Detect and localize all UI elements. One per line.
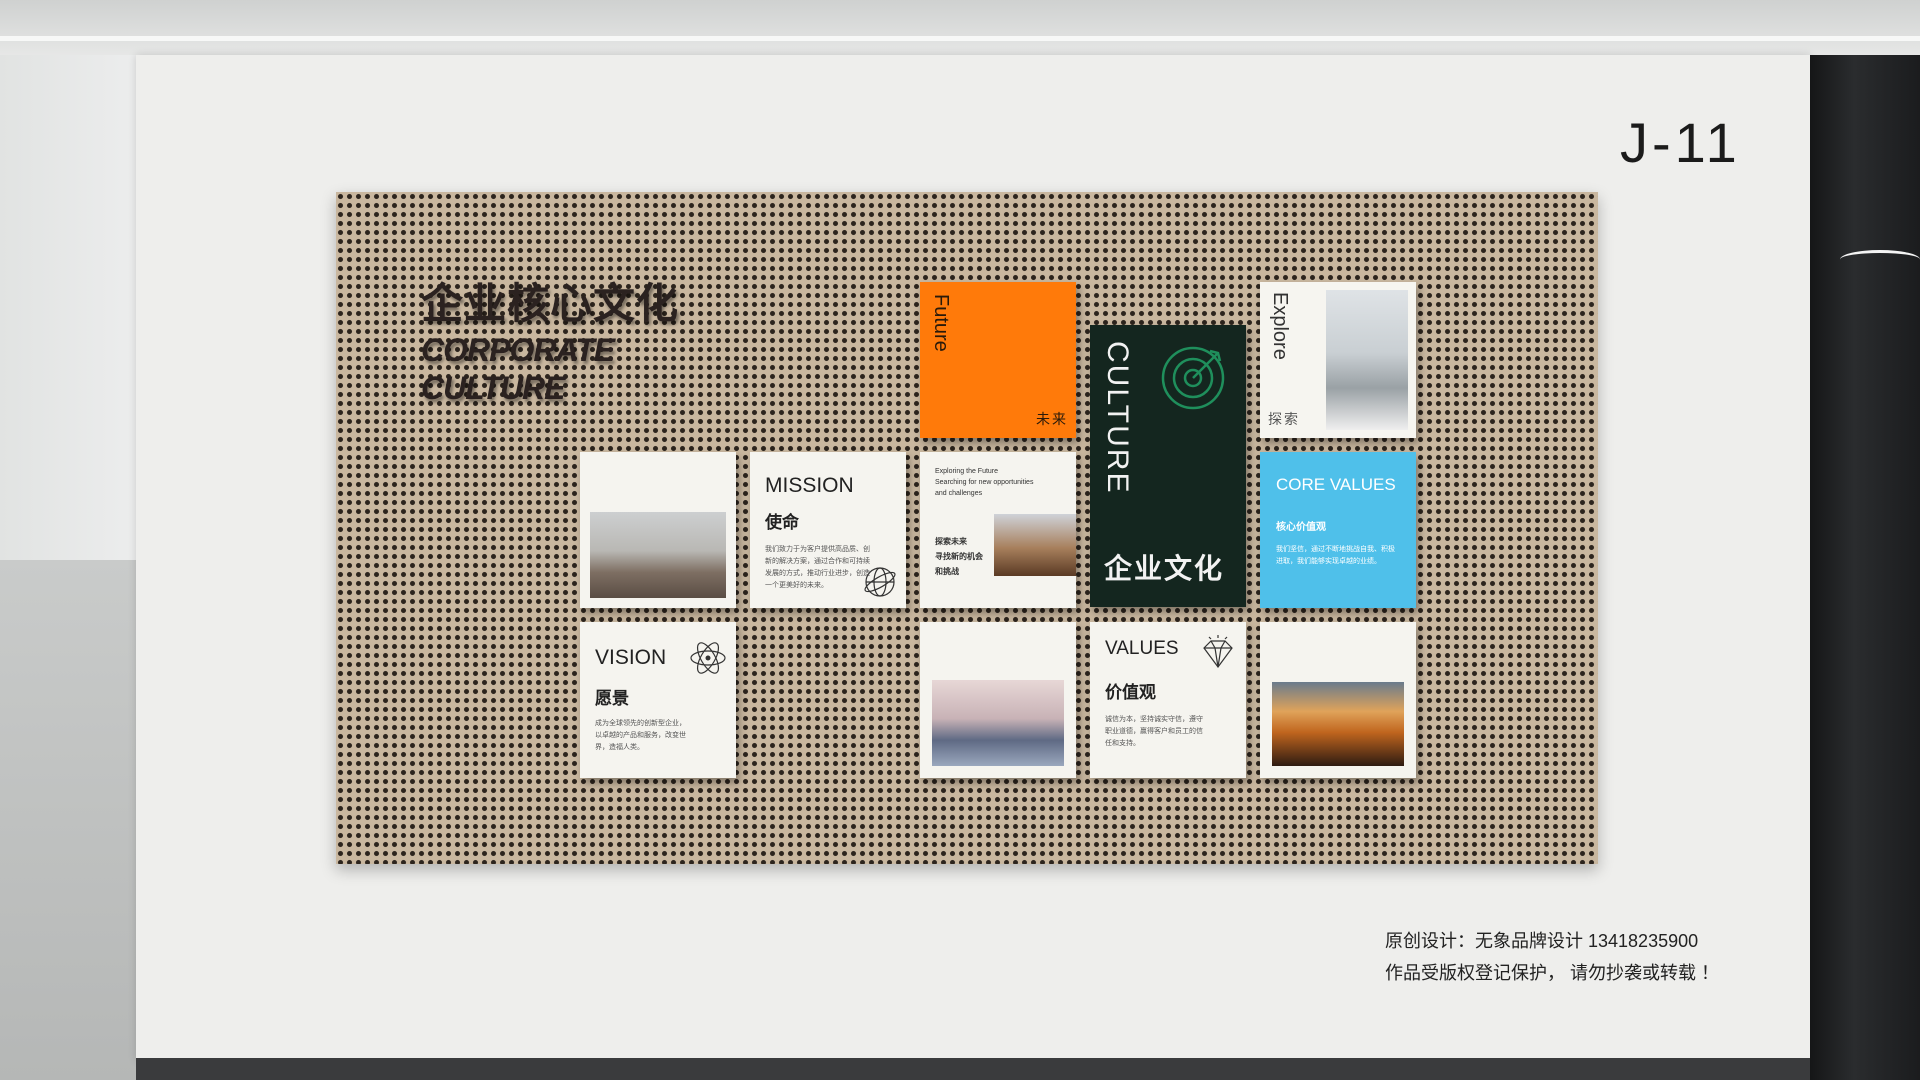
credit-line2: 作品受版权登记保护， 请勿抄袭或转载 ！: [1385, 963, 1719, 983]
globe-icon: [864, 567, 896, 597]
mission-text: 我们致力于为客户提供高品质、创新的解决方案，通过合作和可持续发展的方式，推动行业…: [765, 546, 870, 589]
core-values-chinese: 核心价值观: [1276, 522, 1326, 533]
offroad-photo-card: [580, 452, 736, 608]
core-values-card: CORE VALUES 核心价值观 我们坚信，通过不断地挑战自我、积极进取，我们…: [1260, 452, 1416, 608]
title-english-line2: CULTURE: [421, 370, 566, 406]
sunset-car-photo: [1272, 682, 1404, 766]
culture-chinese: 企业文化: [1104, 553, 1225, 584]
values-title: VALUES: [1105, 638, 1179, 659]
design-code: J-11: [1620, 111, 1741, 174]
future-card: Future 未来: [920, 282, 1076, 438]
ceiling-lamp: [1840, 250, 1920, 269]
atom-icon: [690, 642, 726, 674]
mission-card: MISSION 使命 我们致力于为客户提供高品质、创新的解决方案，通过合作和可持…: [750, 452, 906, 608]
offroad-car-photo: [590, 512, 726, 598]
values-text: 诚信为本，坚持诚实守信，遵守职业道德，赢得客户和员工的信任和支持。: [1105, 716, 1203, 747]
exploring-future-card: Exploring the Future Searching for new o…: [920, 452, 1076, 608]
credit-line1: 原创设计：无象品牌设计 13418235900: [1385, 931, 1699, 951]
vision-card: VISION 愿景 成为全球领先的创新型企业，以卓越的产品和服务，改变世界，造福…: [580, 622, 736, 778]
future-chinese: 未来: [1036, 411, 1068, 427]
seaside-photo: [932, 680, 1064, 766]
ceiling: [0, 0, 1920, 55]
title-english-line1: CORPORATE: [421, 332, 615, 368]
core-values-text: 我们坚信，通过不断地挑战自我、积极进取，我们能够实现卓越的业绩。: [1276, 546, 1395, 565]
left-floor: [0, 560, 136, 1080]
explore-chinese: 探索: [1268, 411, 1300, 427]
snow-forest-photo: [1326, 290, 1408, 430]
culture-card: CULTURE 企业文化: [1090, 325, 1246, 607]
mission-title: MISSION: [765, 474, 854, 497]
sunset-photo-card: [1260, 622, 1416, 778]
values-card: VALUES 价值观 诚信为本，坚持诚实守信，遵守职业道德，赢得客户和员工的信任…: [1090, 622, 1246, 778]
desert-dune-photo: [994, 514, 1076, 576]
future-label: Future: [930, 294, 952, 352]
exploring-en-line1: Exploring the Future: [935, 468, 999, 475]
sea-photo-card: [920, 622, 1076, 778]
exploring-zh-line3: 和挑战: [935, 567, 959, 576]
vision-text: 成为全球领先的创新型企业，以卓越的产品和服务，改变世界，造福人类。: [595, 720, 686, 751]
explore-label: Explore: [1269, 292, 1291, 360]
copyright-note: 原创设计：无象品牌设计 13418235900 作品受版权登记保护， 请勿抄袭或…: [1385, 925, 1719, 989]
title-chinese: 企业核心文化: [421, 280, 680, 327]
exploring-en-line2: Searching for new opportunities: [935, 479, 1034, 486]
core-values-title: CORE VALUES: [1276, 475, 1396, 494]
vision-chinese: 愿景: [595, 689, 629, 708]
explore-card: Explore 探索: [1260, 282, 1416, 438]
exploring-zh-line2: 寻找新的机会: [935, 552, 983, 561]
ceiling-light-line: [0, 36, 1920, 41]
board-title: 企业核心文化 CORPORATE CULTURE: [421, 270, 679, 407]
exploring-en-line3: and challenges: [935, 490, 983, 497]
floor-skirting: [136, 1058, 1810, 1080]
mission-chinese: 使命: [765, 513, 799, 532]
diamond-icon: [1203, 635, 1233, 669]
values-chinese: 价值观: [1105, 683, 1156, 702]
glass-door: [1810, 55, 1920, 1080]
culture-label: CULTURE: [1101, 341, 1134, 495]
exploring-zh-line1: 探索未来: [935, 537, 967, 546]
target-icon: [1161, 346, 1225, 410]
vision-title: VISION: [595, 646, 667, 669]
